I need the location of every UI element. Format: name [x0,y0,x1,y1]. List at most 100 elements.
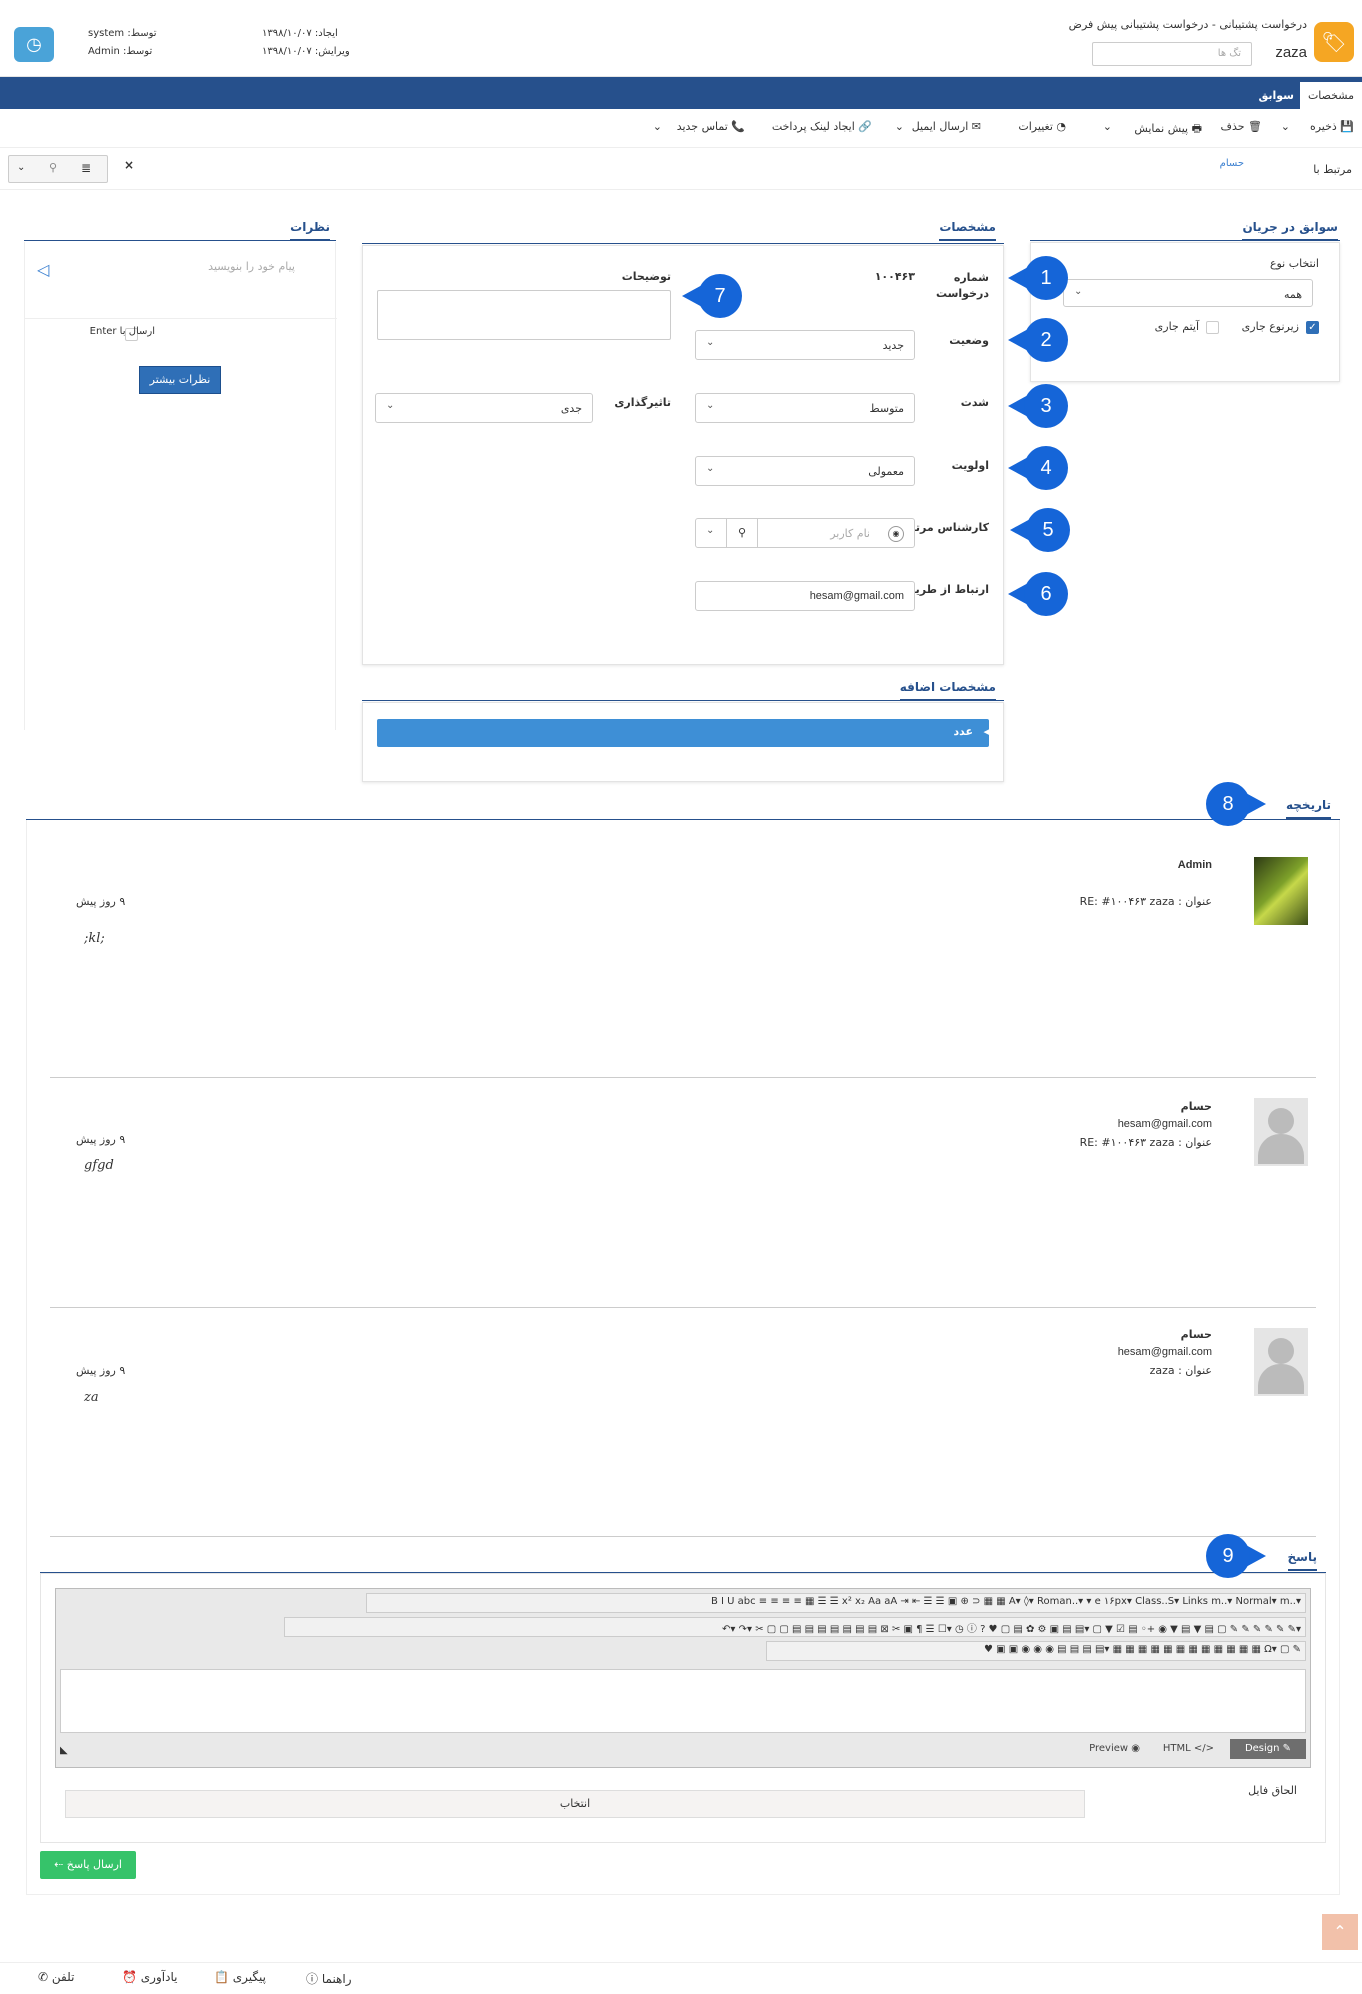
extra-panel: عدد ◂ [362,702,1004,782]
footer-divider [0,1962,1362,1963]
callout-badge-5: 5 [1010,508,1070,552]
comment-input[interactable]: پیام خود را بنویسید [208,260,295,273]
extra-number-bar[interactable]: عدد ◂ [377,719,989,747]
expert-input[interactable]: نام کاربر [830,527,870,540]
chevron-down-icon: ⌄ [386,400,395,411]
avatar [1254,1098,1308,1166]
tag-icon: 🏷 [1314,22,1354,62]
entry-email: hesam@gmail.com [1117,1118,1212,1130]
clock-icon[interactable]: ◷ [14,27,54,62]
send-icon[interactable]: ◁ [37,260,49,279]
tab-details[interactable]: مشخصات [1299,82,1362,109]
details-panel-line [362,243,1004,244]
severity-select[interactable]: متوسط ⌄ [695,393,915,423]
request-number-label: شماره درخواست [935,271,989,300]
send-enter-label: ارسال با Enter [89,326,155,337]
comments-title: نظرات [290,220,330,241]
close-icon[interactable]: × [124,158,134,172]
tags-input[interactable]: تگ ها [1092,42,1252,66]
related-bar: مرتبط با حسام ⌄ ⚲ ≣ × [0,150,1362,190]
request-number: ۱۰۰۴۶۳ [874,270,915,283]
history-panel-title: سوابق در جریان [1242,220,1338,241]
search-icon[interactable]: ⚲ [726,519,758,547]
reminder-link[interactable]: یادآوری ⏰ [122,1970,177,1984]
chevron-down-icon[interactable]: ⌄ [706,525,714,536]
entry-time: ۹ روز پیش [76,895,126,908]
guide-link[interactable]: راهنما ⓘ [306,1970,352,1987]
changes-button[interactable]: ◔ تغییرات [1018,120,1066,133]
entry-subject: عنوان : zaza [1149,1364,1212,1377]
status-select[interactable]: جدید ⌄ [695,330,915,360]
callout-badge-3: 3 [1008,384,1068,428]
edited-by: توسط: Admin [88,46,153,57]
callout-badge-2: 2 [1008,318,1068,362]
choose-file-button[interactable]: انتخاب [65,1790,1085,1818]
more-comments-button[interactable]: نظرات بیشتر [139,366,221,394]
description-textarea[interactable] [377,290,671,340]
rich-text-editor: B I U abc ≡ ≡ ≡ ≡ ▦ ☰ ☰ x² x₂ Aa aA ⇥ ⇤ … [55,1588,1311,1768]
preview-mode-button[interactable]: Preview ◉ [1089,1743,1140,1754]
impact-select[interactable]: جدی ⌄ [375,393,593,423]
related-label: مرتبط با [1313,163,1352,176]
type-select[interactable]: همه ⌄ [1063,279,1313,307]
resize-handle-icon[interactable]: ◣ [60,1745,68,1756]
avatar-body [1258,1134,1304,1164]
editor-toolbar-row2[interactable]: ↶▾ ↷▾ ✂ ▢ ▢ ▤ ▤ ▤ ▤ ▤ ▤ ▤ ⊠ ✂ ▣ ¶ ☰ ☐▾ ◷… [284,1617,1306,1637]
chevron-left-icon: ◂ [983,725,989,738]
subtype-checkbox[interactable]: ✓ [1306,321,1319,334]
related-controls: ⌄ ⚲ ≣ [8,155,108,183]
preview-dropdown-icon[interactable]: ⌄ [1103,120,1112,133]
nav-bar [0,77,1362,109]
callout-badge-8: 8 [1206,782,1266,826]
attach-label: الحاق فایل [1248,1784,1297,1797]
payment-link-button[interactable]: 🔗 ایجاد لینک پرداخت [772,120,872,133]
callout-badge-7: 7 [682,274,742,318]
list-icon[interactable]: ≣ [81,161,91,175]
editor-toolbar-row1[interactable]: B I U abc ≡ ≡ ≡ ≡ ▦ ☰ ☰ x² x₂ Aa aA ⇥ ⇤ … [366,1593,1306,1613]
tab-history[interactable]: سوابق [1250,82,1302,109]
contact-via-field[interactable]: hesam@gmail.com [695,581,915,611]
contact-dropdown-icon[interactable]: ⌄ [653,120,662,133]
avatar-head [1268,1108,1294,1134]
entry-body: za [84,1390,99,1405]
reply-panel: B I U abc ≡ ≡ ≡ ≡ ▦ ☰ ☰ x² x₂ Aa aA ⇥ ⇤ … [40,1573,1326,1843]
scroll-top-button[interactable]: ⌃ [1322,1914,1358,1950]
target-icon[interactable]: ◉ [888,526,904,542]
phone-link[interactable]: تلفن ✆ [38,1970,74,1984]
new-contact-button[interactable]: 📞 تماس جدید [677,120,745,133]
send-reply-button[interactable]: ارسال پاسخ ⇠ [40,1851,136,1879]
related-value[interactable]: حسام [1220,158,1244,169]
subtype-label: زیرنوع جاری [1241,320,1299,333]
divider [25,318,337,319]
preview-button[interactable]: 🖶 پیش نمایش [1134,120,1202,139]
editor-content[interactable] [60,1669,1306,1733]
search-icon[interactable]: ⚲ [49,161,57,174]
description-label: توضیحات [621,270,671,283]
impact-label: تاثیرگذاری [614,396,671,409]
chevron-down-icon[interactable]: ⌄ [17,162,25,173]
save-dropdown-icon[interactable]: ⌄ [1281,120,1290,133]
save-button[interactable]: 💾 ذخیره [1310,120,1354,133]
delete-button[interactable]: 🗑 حذف [1221,120,1262,133]
alarm-icon: ⏰ [122,1970,137,1984]
editor-toolbar-row3[interactable]: ♥ ▣ ▣ ◉ ◉ ◉ ▤ ▤ ▤ ▤▾ ▦ ▦ ▦ ▦ ▦ ▦ ▦ ▦ ▦ ▦… [766,1641,1306,1661]
type-label: انتخاب نوع [1269,257,1319,270]
footer-bar: تلفن ✆ یادآوری ⏰ پیگیری 📋 راهنما ⓘ [0,1962,1362,1994]
email-dropdown-icon[interactable]: ⌄ [895,120,904,133]
chevron-down-icon: ⌄ [706,463,715,474]
expert-field: ◉ نام کاربر ⚲ ⌄ [695,518,915,548]
callout-badge-4: 4 [1008,446,1068,490]
clipboard-icon: 📋 [214,1970,229,1984]
current-item-checkbox[interactable] [1206,321,1219,334]
send-email-button[interactable]: ✉ ارسال ایمیل [912,120,981,133]
timeline-entry: حسام hesam@gmail.com عنوان : zaza ۹ روز … [26,1308,1340,1536]
entry-author: حسام [1180,1328,1212,1341]
design-mode-button[interactable]: Design ✎ [1230,1739,1306,1759]
edited-date: ویرایش: ۱۳۹۸/۱۰/۰۷ [262,46,350,57]
timeline-title: تاریخچه [1286,798,1331,819]
html-mode-button[interactable]: HTML </> [1163,1743,1214,1754]
priority-select[interactable]: معمولی ⌄ [695,456,915,486]
followup-link[interactable]: پیگیری 📋 [214,1970,266,1984]
callout-badge-1: 1 [1008,256,1068,300]
created-date: ایجاد: ۱۳۹۸/۱۰/۰۷ [262,28,338,39]
